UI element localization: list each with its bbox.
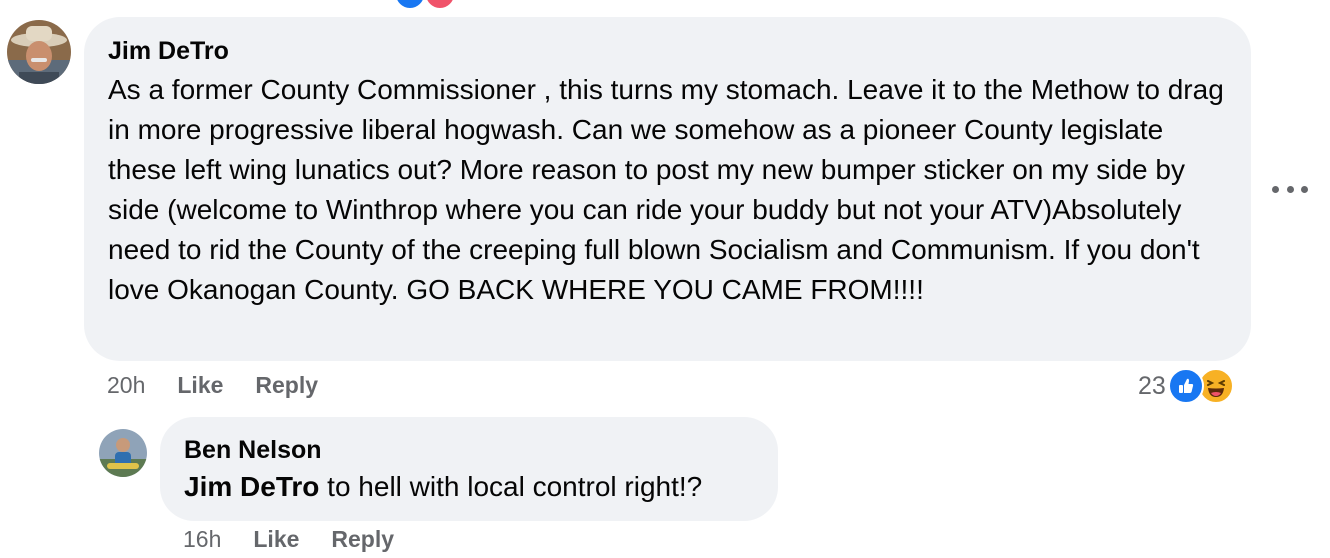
comment-author[interactable]: Jim DeTro <box>108 36 1227 66</box>
like-icon <box>1167 368 1204 404</box>
like-icon <box>394 0 426 10</box>
mention-link[interactable]: Jim DeTro <box>184 471 319 502</box>
reply-bubble: Ben Nelson Jim DeTro to hell with local … <box>160 417 778 521</box>
comment-text-body: to hell with local control right!? <box>319 471 703 502</box>
more-options-icon[interactable] <box>1272 176 1308 202</box>
comment-actions: 20h Like Reply <box>107 372 350 399</box>
reaction-summary[interactable]: 23 <box>1138 366 1234 406</box>
avatar[interactable] <box>7 20 71 84</box>
comment-text: As a former County Commissioner , this t… <box>108 74 1224 305</box>
comment-bubble: Jim DeTro As a former County Commissione… <box>84 17 1251 361</box>
reaction-count: 23 <box>1138 371 1166 400</box>
comment-author[interactable]: Ben Nelson <box>184 435 754 465</box>
comment-timestamp[interactable]: 16h <box>183 526 221 553</box>
comment-timestamp[interactable]: 20h <box>107 372 145 399</box>
like-button[interactable]: Like <box>177 372 223 399</box>
comment-thread: Jim DeTro As a former County Commissione… <box>0 0 1330 558</box>
avatar[interactable] <box>99 429 147 477</box>
love-icon <box>424 0 456 10</box>
comment-text: Jim DeTro to hell with local control rig… <box>184 467 764 507</box>
like-button[interactable]: Like <box>253 526 299 553</box>
reply-button[interactable]: Reply <box>331 526 394 553</box>
reply-button[interactable]: Reply <box>255 372 318 399</box>
comment-actions: 16h Like Reply <box>183 526 426 553</box>
